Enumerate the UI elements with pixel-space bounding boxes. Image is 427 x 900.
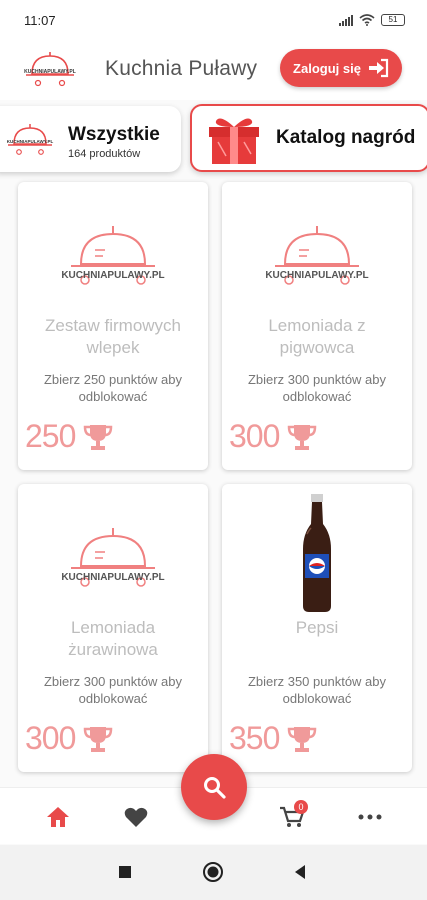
system-navigation-bar <box>0 845 427 900</box>
gift-icon <box>209 118 259 164</box>
login-button[interactable]: Zaloguj się <box>280 49 402 87</box>
battery-icon: 51 <box>381 14 405 26</box>
product-name: Pepsi <box>295 618 339 637</box>
product-name: Lemoniada żurawinowa <box>68 618 158 659</box>
status-time: 11:07 <box>24 12 56 28</box>
product-points: 300 <box>229 418 317 455</box>
svg-text:KUCHNIAPULAWY.PL: KUCHNIAPULAWY.PL <box>61 572 164 583</box>
home-system-icon[interactable] <box>202 861 224 883</box>
cart-badge: 0 <box>294 800 308 814</box>
points-value: 350 <box>229 720 280 756</box>
category-all[interactable]: KUCHNIAPULAWY.PL Wszystkie 164 produktów <box>0 106 181 172</box>
status-icons: 51 <box>339 14 405 26</box>
svg-text:KUCHNIAPULAWY.PL: KUCHNIAPULAWY.PL <box>24 69 76 75</box>
nav-cart[interactable]: 0 <box>276 800 308 832</box>
product-image: KUCHNIAPULAWY.PL <box>18 494 208 614</box>
category-all-count: 164 produktów <box>68 148 141 160</box>
svg-text:KUCHNIAPULAWY.PL: KUCHNIAPULAWY.PL <box>61 270 164 281</box>
category-rewards-title: Katalog nagród <box>276 127 416 148</box>
trophy-icon <box>84 424 113 450</box>
product-image: KUCHNIAPULAWY.PL <box>222 192 412 312</box>
product-image: KUCHNIAPULAWY.PL <box>18 192 208 312</box>
login-label: Zaloguj się <box>293 60 361 76</box>
product-points: 350 <box>229 720 317 757</box>
product-points: 300 <box>25 720 113 757</box>
product-image <box>222 494 412 614</box>
product-description: Zbierz 300 punktów aby odblokować <box>43 674 183 706</box>
login-icon <box>368 58 389 78</box>
points-value: 250 <box>25 418 76 454</box>
reward-card[interactable]: KUCHNIAPULAWY.PL Zestaw firmowych wlepek… <box>18 182 208 470</box>
search-fab-button[interactable] <box>181 754 247 820</box>
wifi-icon <box>359 14 375 26</box>
search-icon <box>204 777 226 799</box>
app-header: KUCHNIAPULAWY.PL Kuchnia Puławy Zaloguj … <box>0 40 427 100</box>
product-description: Zbierz 350 punktów aby odblokować <box>247 674 387 706</box>
signal-icon <box>339 14 353 26</box>
product-description: Zbierz 250 punktów aby odblokować <box>43 372 183 404</box>
restaurant-logo-small: KUCHNIAPULAWY.PL <box>7 124 54 155</box>
reward-card[interactable]: KUCHNIAPULAWY.PL Lemoniada z pigwowca Zb… <box>222 182 412 470</box>
nav-home[interactable] <box>42 802 74 832</box>
product-description: Zbierz 300 punktów aby odblokować <box>247 372 387 404</box>
trophy-icon <box>84 726 113 752</box>
product-name: Lemoniada z pigwowca <box>268 316 366 357</box>
app-screen: 11:07 51 KUCHNIAPULAWY.PL Kuchnia Puławy… <box>0 0 427 900</box>
page-title: Kuchnia Puławy <box>105 57 258 80</box>
restaurant-logo: KUCHNIAPULAWY.PL <box>61 226 165 285</box>
heart-icon <box>124 807 148 827</box>
restaurant-logo[interactable]: KUCHNIAPULAWY.PL <box>18 46 82 95</box>
reward-card[interactable]: Pepsi Zbierz 350 punktów aby odblokować … <box>222 484 412 772</box>
nav-more[interactable] <box>354 802 386 832</box>
status-bar: 11:07 51 <box>0 0 427 40</box>
back-icon[interactable] <box>293 864 307 880</box>
restaurant-logo: KUCHNIAPULAWY.PL <box>265 226 369 285</box>
more-icon <box>358 814 382 820</box>
points-value: 300 <box>229 418 280 454</box>
category-rewards[interactable]: Katalog nagród <box>190 104 427 172</box>
svg-text:KUCHNIAPULAWY.PL: KUCHNIAPULAWY.PL <box>265 270 368 281</box>
rewards-grid: KUCHNIAPULAWY.PL Zestaw firmowych wlepek… <box>0 182 427 787</box>
product-name: Zestaw firmowych wlepek <box>44 316 182 357</box>
nav-favorites[interactable] <box>120 802 152 832</box>
reward-card[interactable]: KUCHNIAPULAWY.PL Lemoniada żurawinowa Zb… <box>18 484 208 772</box>
product-points: 250 <box>25 418 113 455</box>
pepsi-bottle-image <box>303 494 331 612</box>
restaurant-logo: KUCHNIAPULAWY.PL <box>61 528 165 587</box>
trophy-icon <box>288 726 317 752</box>
home-icon <box>47 807 69 827</box>
points-value: 300 <box>25 720 76 756</box>
trophy-icon <box>288 424 317 450</box>
category-tabs: KUCHNIAPULAWY.PL Wszystkie 164 produktów… <box>0 104 427 174</box>
svg-text:KUCHNIAPULAWY.PL: KUCHNIAPULAWY.PL <box>7 139 54 144</box>
category-all-title: Wszystkie <box>68 124 160 145</box>
recent-apps-icon[interactable] <box>118 865 132 879</box>
